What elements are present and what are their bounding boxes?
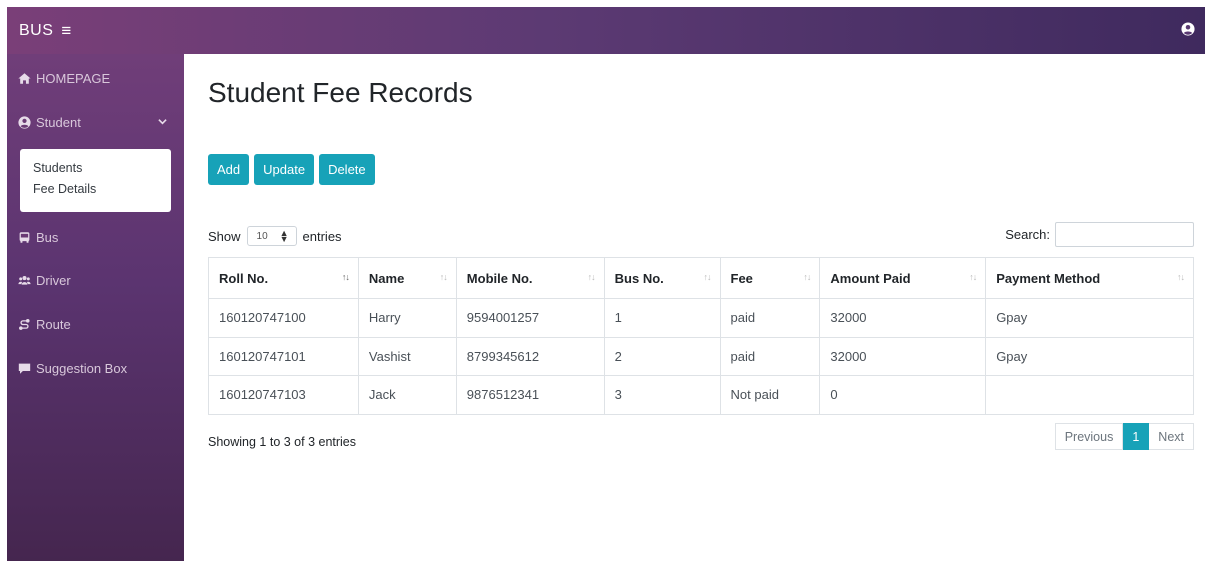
cell-bus-no: 2 (603, 336, 721, 376)
column-header-amount-paid[interactable]: Amount Paid ↑↓ (819, 257, 987, 299)
sidebar-item-label: Suggestion Box (36, 360, 128, 376)
sidebar-item-label: Route (36, 316, 71, 332)
cell-name: Jack (357, 375, 457, 415)
column-header-payment-method[interactable]: Payment Method ↑↓ (985, 257, 1194, 299)
sidebar: HOMEPAGE Student Students Fee Details Bu… (7, 54, 184, 561)
update-button[interactable]: Update (254, 154, 315, 185)
cell-payment-method: Gpay (985, 298, 1194, 338)
show-label: Show (208, 228, 241, 244)
chevron-down-icon (158, 119, 167, 125)
home-icon (18, 72, 31, 84)
page-title: Student Fee Records (208, 77, 473, 108)
column-header-fee[interactable]: Fee ↑↓ (719, 257, 821, 299)
cell-name: Vashist (357, 336, 457, 376)
submenu-item-fee-details[interactable]: Fee Details (20, 179, 171, 200)
action-buttons: Add Update Delete (208, 154, 375, 185)
student-submenu: Students Fee Details (20, 149, 171, 212)
sidebar-item-student[interactable]: Student (7, 109, 184, 135)
sidebar-item-label: Student (36, 114, 81, 130)
hamburger-menu-icon[interactable]: ≡ (61, 21, 71, 41)
delete-button[interactable]: Delete (319, 154, 375, 185)
cell-roll-no: 160120747100 (208, 298, 359, 338)
column-header-mobile-no[interactable]: Mobile No. ↑↓ (455, 257, 605, 299)
cell-roll-no: 160120747101 (208, 336, 359, 376)
sidebar-item-label: HOMEPAGE (36, 70, 111, 86)
sort-icon: ↑↓ (703, 272, 712, 282)
table-header-row: Roll No. ↑↓ Name ↑↓ Mobile No. ↑↓ Bus No. ↑↓… (208, 257, 1194, 299)
fee-records-table: Roll No. ↑↓ Name ↑↓ Mobile No. ↑↓ Bus No. ↑↓… (208, 257, 1194, 415)
cell-bus-no: 1 (603, 298, 721, 338)
bus-icon (19, 231, 30, 243)
brand-name: BUS (19, 21, 54, 39)
route-icon (19, 318, 30, 330)
column-header-bus-no[interactable]: Bus No. ↑↓ (603, 257, 721, 299)
cell-payment-method: Gpay (985, 336, 1194, 376)
previous-page-button[interactable]: Previous (1054, 423, 1124, 450)
sidebar-item-label: Bus (36, 229, 59, 245)
cell-name: Harry (357, 298, 457, 338)
cell-roll-no: 160120747103 (208, 375, 359, 415)
cell-payment-method (985, 375, 1194, 415)
sort-icon: ↑↓ (803, 272, 811, 282)
page-button-1[interactable]: 1 (1123, 423, 1150, 450)
user-account-icon[interactable] (1181, 22, 1195, 36)
table-row[interactable]: 160120747100 Harry 9594001257 1 paid 320… (208, 298, 1194, 338)
sidebar-item-suggestion-box[interactable]: Suggestion Box (7, 355, 184, 381)
comment-icon (18, 363, 31, 374)
table-row[interactable]: 160120747101 Vashist 8799345612 2 paid 3… (208, 336, 1194, 376)
cell-amount-paid: 32000 (819, 298, 987, 338)
add-button[interactable]: Add (208, 154, 250, 185)
sort-icon: ↑↓ (969, 272, 977, 282)
app-frame: BUS ≡ HOMEPAGE Student Students Fee Deta… (7, 7, 1205, 561)
brand[interactable]: BUS ≡ (19, 21, 72, 41)
cell-fee: paid (719, 336, 821, 376)
cell-mobile-no: 9876512341 (455, 375, 605, 415)
cell-amount-paid: 32000 (819, 336, 987, 376)
sidebar-item-route[interactable]: Route (7, 311, 184, 337)
entries-length-control: Show 10 ▲ ▼ entries (208, 226, 342, 246)
sort-icon: ↑↓ (587, 272, 596, 282)
table-info: Showing 1 to 3 of 3 entries (208, 435, 357, 449)
submenu-item-students[interactable]: Students (20, 158, 171, 179)
page-length-select[interactable]: 10 ▲ ▼ (246, 226, 297, 246)
search-input[interactable] (1055, 222, 1194, 247)
cell-bus-no: 3 (603, 375, 721, 415)
sidebar-item-driver[interactable]: Driver (7, 267, 184, 293)
table-row[interactable]: 160120747103 Jack 9876512341 3 Not paid … (208, 375, 1194, 415)
cell-fee: Not paid (719, 375, 821, 415)
column-header-roll-no[interactable]: Roll No. ↑↓ (208, 257, 359, 299)
user-circle-icon (18, 115, 31, 129)
sort-icon: ↑↓ (341, 272, 350, 282)
page-length-value: 10 (256, 230, 268, 242)
cell-mobile-no: 8799345612 (455, 336, 605, 376)
sort-icon: ↑↓ (1177, 272, 1185, 282)
cell-fee: paid (719, 298, 821, 338)
sort-icon: ↑↓ (439, 272, 448, 282)
cell-amount-paid: 0 (819, 375, 987, 415)
sidebar-item-label: Driver (36, 272, 71, 288)
pagination: Previous 1 Next (1054, 423, 1194, 450)
users-icon (18, 275, 31, 285)
select-caret-icon: ▲ ▼ (279, 228, 289, 244)
sidebar-item-homepage[interactable]: HOMEPAGE (7, 65, 184, 91)
main-content: Student Fee Records Add Update Delete Sh… (184, 54, 1205, 561)
search-label: Search: (1005, 227, 1050, 242)
next-page-button[interactable]: Next (1149, 423, 1194, 450)
column-header-name[interactable]: Name ↑↓ (357, 257, 457, 299)
top-navbar: BUS ≡ (7, 7, 1205, 54)
sidebar-item-bus[interactable]: Bus (7, 224, 184, 250)
entries-label: entries (302, 228, 342, 244)
cell-mobile-no: 9594001257 (455, 298, 605, 338)
table-search: Search: (1005, 222, 1194, 247)
